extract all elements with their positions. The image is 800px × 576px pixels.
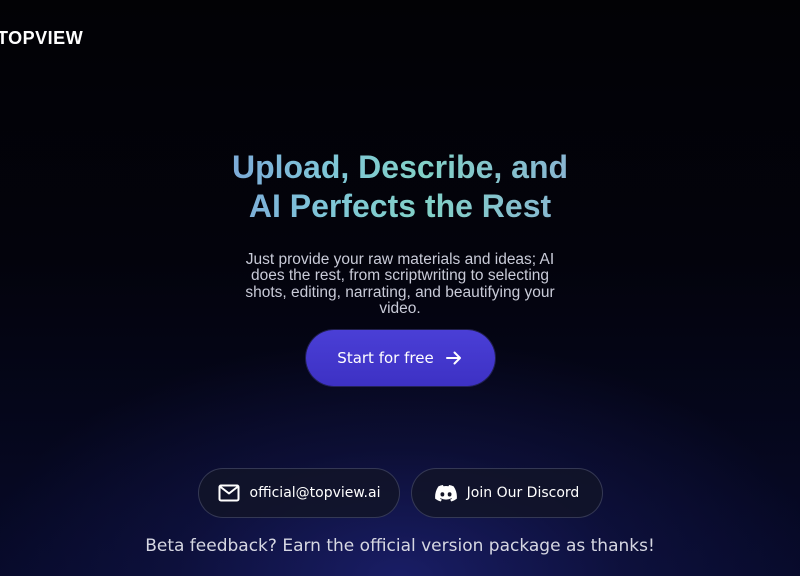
start-for-free-button[interactable]: Start for free <box>306 330 495 386</box>
mail-icon <box>218 484 240 502</box>
hero-title: Upload, Describe, and AI Perfects the Re… <box>150 148 650 226</box>
email-contact-button[interactable]: official@topview.ai <box>198 468 400 518</box>
start-for-free-label: Start for free <box>337 349 434 367</box>
hero-title-line-1: Upload, Describe, and <box>231 149 569 185</box>
topview-logo[interactable]: TOPVIEW <box>0 28 83 48</box>
join-discord-button[interactable]: Join Our Discord <box>411 468 603 518</box>
hero-title-line-2: AI Perfects the Rest <box>248 188 552 224</box>
beta-feedback-note: Beta feedback? Earn the official version… <box>145 536 655 556</box>
discord-label: Join Our Discord <box>466 485 580 501</box>
discord-icon <box>434 484 457 502</box>
arrow-right-icon <box>444 348 464 368</box>
hero-subtitle: Just provide your raw materials and idea… <box>245 251 555 317</box>
email-address-label: official@topview.ai <box>249 485 381 501</box>
